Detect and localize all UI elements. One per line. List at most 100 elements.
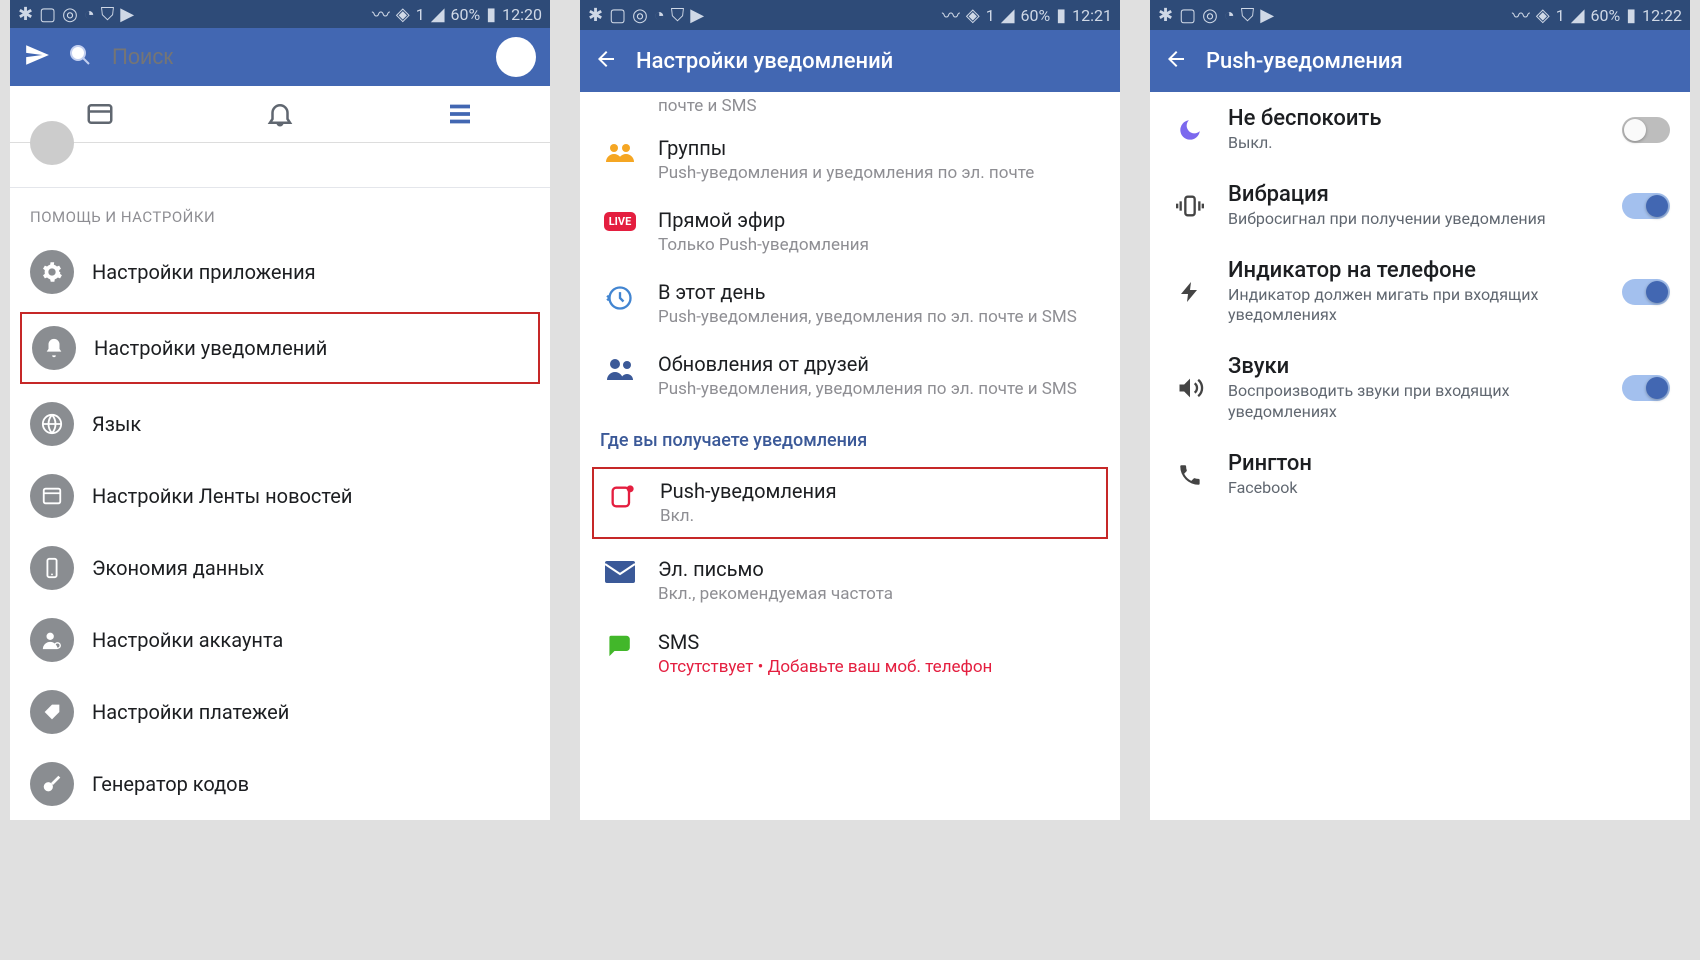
row-ringtone[interactable]: РингтонFacebook: [1150, 437, 1690, 513]
sub: Facebook: [1228, 478, 1670, 499]
row-groups[interactable]: ГруппыPush-уведомления и уведомления по …: [580, 124, 1120, 196]
row-friend-updates[interactable]: Обновления от друзейPush-уведомления, ув…: [580, 340, 1120, 412]
row-language[interactable]: Язык: [10, 388, 550, 460]
wifi-icon: ◈: [396, 4, 410, 25]
row-push-notifications[interactable]: Push-уведомленияВкл.: [594, 469, 1106, 537]
row-do-not-disturb[interactable]: Не беспокоитьВыкл.: [1150, 92, 1690, 168]
signal-icon: ◢: [1001, 5, 1015, 26]
title: В этот день: [658, 280, 1100, 304]
sub: Вкл., рекомендуемая частота: [658, 583, 1100, 605]
wifi-icon: ◈: [1536, 5, 1550, 26]
clock: 12:20: [502, 5, 542, 24]
truncated-sub: почте и SMS: [580, 92, 1120, 124]
search-icon[interactable]: [68, 43, 92, 71]
sub: Воспроизводить звуки при входящих уведом…: [1228, 381, 1604, 423]
battery-icon: ▮: [1626, 5, 1636, 26]
appbar: [10, 28, 550, 86]
row-email[interactable]: Эл. письмоВкл., рекомендуемая частота: [580, 545, 1120, 617]
row-newsfeed-settings[interactable]: Настройки Ленты новостей: [10, 460, 550, 532]
row-led[interactable]: Индикатор на телефонеИндикатор должен ми…: [1150, 244, 1690, 341]
sync-icon: ◎: [62, 4, 78, 25]
label: Язык: [92, 412, 530, 436]
row-vibration[interactable]: ВибрацияВибросигнал при получении уведом…: [1150, 168, 1690, 244]
groups-icon: [600, 136, 640, 164]
title: Звуки: [1228, 354, 1604, 379]
sms-icon: [600, 630, 640, 660]
clock: 12:21: [1072, 6, 1112, 25]
hash-icon: ✱: [1158, 5, 1173, 26]
hash-icon: ✱: [588, 5, 603, 26]
battery-icon: ▮: [486, 4, 496, 25]
phone-call-icon: [1170, 462, 1210, 488]
toggle-led[interactable]: [1622, 279, 1670, 305]
title: Не беспокоить: [1228, 106, 1604, 131]
gear-icon: [30, 250, 74, 294]
title: Индикатор на телефоне: [1228, 258, 1604, 283]
phone-icon: [30, 546, 74, 590]
speaker-icon: [1170, 374, 1210, 402]
title: Push-уведомления: [660, 479, 1098, 503]
toggle-vibration[interactable]: [1622, 193, 1670, 219]
row-code-generator[interactable]: Генератор кодов: [10, 748, 550, 820]
sub: Вкл.: [660, 505, 1098, 527]
shield-icon: ⛉: [101, 4, 115, 25]
title: Группы: [658, 136, 1100, 160]
flash-icon: [1170, 278, 1210, 306]
back-icon[interactable]: [1164, 47, 1188, 75]
image-icon: ▢: [609, 5, 626, 26]
search-input[interactable]: [110, 43, 478, 71]
appbar: Настройки уведомлений: [580, 30, 1120, 92]
row-app-settings[interactable]: Настройки приложения: [10, 236, 550, 308]
play-icon: ▶: [1260, 5, 1274, 26]
vibrate-icon: 〰: [942, 2, 960, 28]
avatar[interactable]: [30, 121, 74, 165]
status-bar: ✱ ▢ ◎ ◔ ⛉ ▶ 〰 ◈ 1 ◢ 60% ▮ 12:21: [580, 0, 1120, 30]
send-icon[interactable]: [24, 42, 50, 72]
bell-icon: [32, 326, 76, 370]
title: Прямой эфир: [658, 208, 1100, 232]
play-icon: ▶: [120, 4, 134, 25]
battery-pct: 60%: [1021, 6, 1051, 25]
sync-icon: ◎: [632, 5, 648, 26]
row-account-settings[interactable]: Настройки аккаунта: [10, 604, 550, 676]
tab-menu[interactable]: [370, 86, 550, 142]
history-icon: [600, 280, 640, 312]
sim-label: 1: [416, 5, 425, 24]
signal-icon: ◢: [431, 4, 445, 25]
toggle-dnd[interactable]: [1622, 117, 1670, 143]
vibrate-icon: 〰: [372, 1, 390, 27]
user-settings-icon: [30, 618, 74, 662]
row-notification-settings[interactable]: Настройки уведомлений: [20, 312, 540, 384]
label: Настройки уведомлений: [94, 336, 528, 360]
pie-icon: ◔: [1224, 5, 1235, 26]
label: Настройки аккаунта: [92, 628, 530, 652]
play-icon: ▶: [690, 5, 704, 26]
tab-notifications[interactable]: [190, 86, 370, 142]
row-payment-settings[interactable]: Настройки платежей: [10, 676, 550, 748]
messenger-icon[interactable]: [496, 37, 536, 77]
title: Эл. письмо: [658, 557, 1100, 581]
row-sounds[interactable]: ЗвукиВоспроизводить звуки при входящих у…: [1150, 340, 1690, 437]
back-icon[interactable]: [594, 47, 618, 75]
vibration-icon: [1170, 192, 1210, 220]
key-icon: [30, 762, 74, 806]
row-live[interactable]: LIVE Прямой эфирТолько Push-уведомления: [580, 196, 1120, 268]
title: Обновления от друзей: [658, 352, 1100, 376]
sim-label: 1: [986, 6, 995, 25]
screen-settings-menu: ✱ ▢ ◎ ◔ ⛉ ▶ 〰 ◈ 1 ◢ 60% ▮ 12:20 ПОМОЩЬ И…: [10, 0, 550, 820]
title: Рингтон: [1228, 451, 1670, 476]
wifi-icon: ◈: [966, 5, 980, 26]
live-icon: LIVE: [600, 208, 640, 231]
toggle-sounds[interactable]: [1622, 375, 1670, 401]
appbar: Push-уведомления: [1150, 30, 1690, 92]
title: SMS: [658, 630, 1100, 654]
row-on-this-day[interactable]: В этот деньPush-уведомления, уведомления…: [580, 268, 1120, 340]
shield-icon: ⛉: [671, 5, 685, 26]
clock: 12:22: [1642, 6, 1682, 25]
screen-push-notifications: ✱ ▢ ◎ ◔ ⛉ ▶ 〰 ◈ 1 ◢ 60% ▮ 12:22 Push-уве…: [1150, 0, 1690, 820]
row-sms[interactable]: SMSОтсутствует • Добавьте ваш моб. телеф…: [580, 618, 1120, 690]
push-icon: [602, 479, 642, 511]
title: Вибрация: [1228, 182, 1604, 207]
label: Настройки приложения: [92, 260, 530, 284]
row-data-saver[interactable]: Экономия данных: [10, 532, 550, 604]
